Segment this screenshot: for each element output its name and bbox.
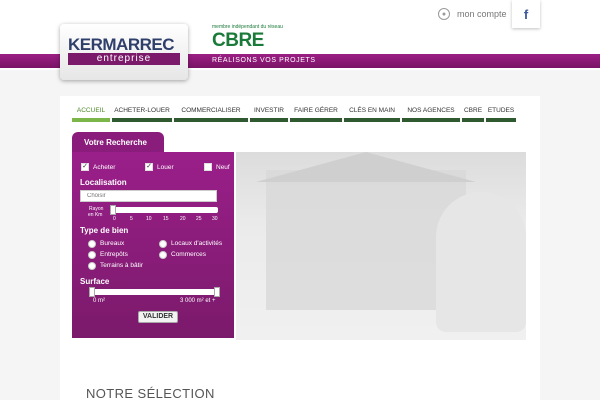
rayon-tick: 5 [130,216,133,222]
bureaux-label: Bureaux [100,240,125,247]
neuf-label: Neuf [216,164,230,171]
surface-max-value: 3 000 m² et + [180,298,216,304]
commerces-label: Commerces [171,251,207,258]
valider-button[interactable]: VALIDER [138,311,178,323]
rayon-slider-track[interactable] [110,207,218,213]
nav-item-faire-gerer[interactable]: FAIRE GÉRER [290,104,342,122]
nav-item-cles-en-main[interactable]: CLÉS EN MAIN [344,104,400,122]
surface-min-value: 0 m² [93,298,105,304]
rayon-tick: 30 [212,216,218,222]
user-icon: ● [438,8,450,20]
terrains-radio[interactable] [88,262,96,270]
check-icon: ✓ [146,163,152,170]
acheter-checkbox[interactable]: ✓ [81,163,89,171]
rayon-tick: 15 [163,216,169,222]
check-icon: ✓ [82,163,88,170]
facebook-button[interactable]: f [512,0,540,28]
locaux-activites-radio[interactable] [159,240,167,248]
entrepots-radio[interactable] [88,251,96,259]
logo-text-bottom: entreprise [68,53,180,65]
main-nav: ACCUEIL ACHETER-LOUER COMMERCIALISER INV… [72,104,518,122]
hero-photo [236,152,526,340]
search-tab: Votre Recherche [72,132,164,152]
louer-label: Louer [157,164,174,171]
rayon-slider-handle[interactable] [110,205,116,215]
rayon-tick: 25 [196,216,202,222]
terrains-label: Terrains à bâtir [100,262,143,269]
cbre-logo[interactable]: CBRE [212,30,264,52]
rayon-tick: 10 [146,216,152,222]
nav-item-accueil[interactable]: ACCUEIL [72,104,110,122]
surface-label: Surface [80,277,110,286]
facebook-icon: f [523,6,529,22]
bureaux-radio[interactable] [88,240,96,248]
surface-slider-max-handle[interactable] [214,287,220,297]
localisation-input[interactable] [80,190,217,202]
rayon-tick: 0 [113,216,116,222]
nav-item-nos-agences[interactable]: NOS AGENCES [402,104,460,122]
tree-shape [436,192,526,332]
house-roof [256,152,476,182]
localisation-label: Localisation [80,178,127,187]
acheter-label: Acheter [93,164,116,171]
logo-text-top: KERMARREC [68,35,175,54]
rayon-unit: en Km [88,212,103,218]
commerces-radio[interactable] [159,251,167,259]
entrepots-label: Entrepôts [100,251,128,258]
account-link[interactable]: ● mon compte [438,6,507,22]
slogan: RÉALISONS VOS PROJETS [212,57,316,64]
neuf-checkbox[interactable] [204,163,212,171]
surface-slider-min-handle[interactable] [89,287,95,297]
nav-item-etudes[interactable]: ETUDES [486,104,516,122]
louer-checkbox[interactable]: ✓ [145,163,153,171]
locaux-activites-label: Locaux d'activités [171,240,223,247]
kermarrec-logo[interactable]: KERMARREC entreprise [60,24,188,80]
rayon-tick: 20 [180,216,186,222]
nav-item-commercialiser[interactable]: COMMERCIALISER [174,104,248,122]
type-de-bien-label: Type de bien [80,226,129,235]
account-label: mon compte [457,9,507,19]
surface-slider-track[interactable] [91,289,218,295]
nav-item-investir[interactable]: INVESTIR [250,104,288,122]
notre-selection-title: NOTRE SÉLECTION [86,386,215,400]
nav-item-acheter-louer[interactable]: ACHETER-LOUER [112,104,172,122]
nav-item-cbre[interactable]: CBRE [462,104,484,122]
